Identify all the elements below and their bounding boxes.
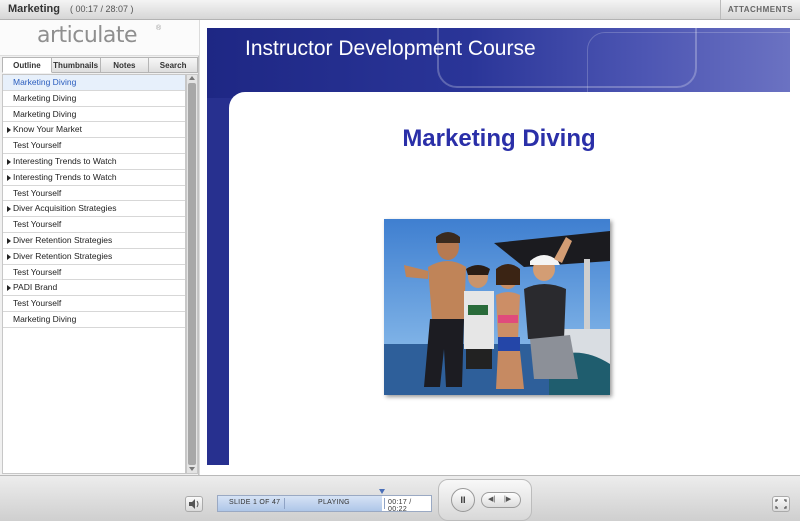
outline-scrollbar[interactable]: [186, 74, 198, 474]
outline-item-label: Test Yourself: [13, 298, 62, 309]
playback-buttons: II ◀| |▶: [438, 479, 532, 521]
expand-arrow-icon[interactable]: [7, 158, 11, 165]
outline-item[interactable]: Test Yourself: [3, 186, 185, 202]
volume-button[interactable]: [185, 496, 203, 512]
scrollbar-thumb[interactable]: [188, 83, 196, 465]
outline-item-label: Test Yourself: [13, 140, 62, 151]
fullscreen-button[interactable]: [772, 496, 790, 512]
presentation-title: Marketing: [8, 3, 60, 15]
player-controls: SLIDE 1 OF 47 PLAYING 00:17 / 00:22 II ◀…: [0, 475, 800, 521]
outline-item[interactable]: Test Yourself: [3, 217, 185, 233]
previous-slide-button[interactable]: ◀|: [488, 495, 495, 503]
outline-item[interactable]: Diver Acquisition Strategies: [3, 201, 185, 218]
logo-text: articulate: [37, 23, 138, 48]
tab-search[interactable]: Search: [149, 57, 198, 73]
outline-item[interactable]: Test Yourself: [3, 296, 185, 312]
outline-item-label: Marketing Diving: [13, 92, 77, 103]
outline-list: Marketing Diving Marketing Diving Marketin…: [2, 74, 186, 474]
outline-item[interactable]: Test Yourself: [3, 265, 185, 281]
outline-item[interactable]: Marketing Diving: [3, 312, 185, 328]
fullscreen-icon: [775, 499, 787, 509]
scroll-down-icon[interactable]: [189, 467, 195, 471]
expand-arrow-icon[interactable]: [7, 253, 11, 260]
player-frame: Marketing ( 00:17 / 28:07 ) ATTACHMENTS …: [0, 0, 800, 521]
outline-item[interactable]: Interesting Trends to Watch: [3, 170, 185, 186]
outline-item-label: Marketing Diving: [13, 108, 77, 119]
sidebar-tabs: Outline Thumbnails Notes Search: [2, 57, 198, 73]
outline-item-label: Test Yourself: [13, 187, 62, 198]
tab-outline[interactable]: Outline: [2, 57, 52, 73]
attachments-button[interactable]: ATTACHMENTS: [720, 0, 800, 19]
outline-item-label: Marketing Diving: [13, 77, 77, 87]
playhead-marker-icon[interactable]: [379, 489, 385, 494]
next-slide-button[interactable]: |▶: [504, 495, 511, 503]
scroll-up-icon[interactable]: [189, 76, 195, 80]
sidebar: articulate ® Outline Thumbnails Notes Se…: [0, 20, 199, 475]
logo-registered-mark: ®: [156, 25, 162, 32]
outline-item[interactable]: Diver Retention Strategies: [3, 233, 185, 249]
outline-item[interactable]: PADI Brand: [3, 280, 185, 297]
slide-time: 00:17 / 00:22: [388, 499, 412, 513]
course-title: Instructor Development Course: [245, 37, 536, 60]
articulate-logo: articulate ®: [0, 20, 199, 56]
outline-item[interactable]: Diver Retention Strategies: [3, 249, 185, 265]
tab-thumbnails[interactable]: Thumbnails: [51, 57, 101, 73]
expand-arrow-icon[interactable]: [7, 285, 11, 292]
outline-item-label: Interesting Trends to Watch: [13, 155, 117, 166]
outline-item-label: Test Yourself: [13, 219, 62, 230]
outline-item[interactable]: Marketing Diving: [3, 91, 185, 107]
outline-item[interactable]: Marketing Diving: [3, 107, 185, 123]
outline-item-label: Diver Retention Strategies: [13, 234, 113, 245]
outline-item[interactable]: Test Yourself: [3, 138, 185, 154]
slide-counter: SLIDE 1 OF 47: [229, 499, 281, 506]
seek-bar[interactable]: SLIDE 1 OF 47 PLAYING 00:17 / 00:22: [217, 489, 432, 513]
outline-item[interactable]: Marketing Diving: [3, 75, 185, 91]
expand-arrow-icon[interactable]: [7, 237, 11, 244]
expand-arrow-icon[interactable]: [7, 174, 11, 181]
tab-notes[interactable]: Notes: [100, 57, 150, 73]
seek-divider: [284, 498, 285, 509]
presentation-time: ( 00:17 / 28:07 ): [70, 4, 134, 14]
slide-heading: Marketing Diving: [402, 125, 596, 152]
outline-item-label: Test Yourself: [13, 266, 62, 277]
divers-group-photo: [384, 219, 610, 395]
expand-arrow-icon[interactable]: [7, 206, 11, 213]
title-bar: Marketing ( 00:17 / 28:07 ) ATTACHMENTS: [0, 0, 800, 20]
outline-item[interactable]: Know Your Market: [3, 122, 185, 139]
expand-arrow-icon[interactable]: [7, 127, 11, 134]
speaker-icon: [189, 499, 199, 509]
pause-button[interactable]: II: [451, 488, 475, 512]
outline-item-label: Marketing Diving: [13, 313, 77, 324]
outline-item-label: Interesting Trends to Watch: [13, 171, 117, 182]
outline-item-label: PADI Brand: [13, 282, 58, 293]
outline-item[interactable]: Interesting Trends to Watch: [3, 154, 185, 170]
outline-item-label: Know Your Market: [13, 124, 82, 135]
playback-status: PLAYING: [318, 499, 350, 506]
outline-item-label: Diver Acquisition Strategies: [13, 203, 117, 214]
seek-divider: [384, 498, 385, 509]
outline-item-label: Diver Retention Strategies: [13, 250, 113, 261]
slide-nav: ◀| |▶: [481, 492, 521, 508]
